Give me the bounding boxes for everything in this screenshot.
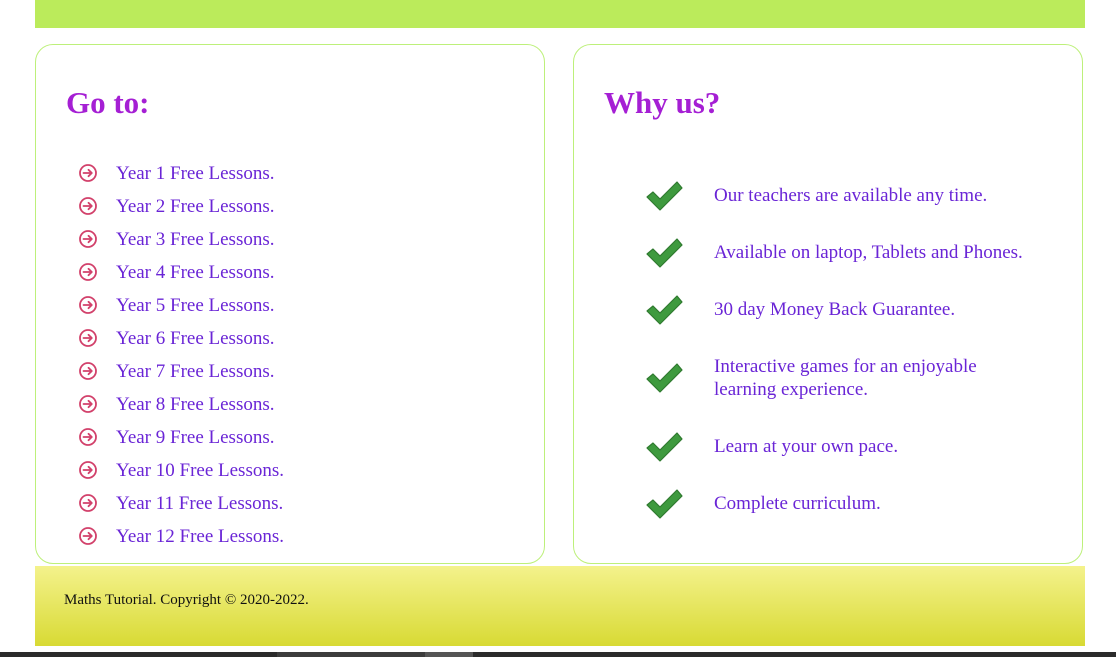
why-us-card: Why us? Our teachers are available any t…	[573, 44, 1083, 564]
goto-list-item: Year 6 Free Lessons.	[78, 326, 284, 359]
why-us-text: 30 day Money Back Guarantee.	[714, 299, 956, 320]
why-us-item: Complete curriculum.	[644, 475, 1064, 532]
goto-list-item: Year 4 Free Lessons.	[78, 260, 284, 293]
checkmark-icon	[646, 363, 683, 393]
why-us-text: Available on laptop, Tablets and Phones.	[714, 242, 1023, 263]
checkmark-icon	[646, 180, 683, 211]
goto-list-item: Year 2 Free Lessons.	[78, 194, 284, 227]
goto-list-item: Year 7 Free Lessons.	[78, 359, 284, 392]
why-us-text: Interactive games for an enjoyable learn…	[714, 356, 977, 400]
why-us-item: Learn at your own pace.	[644, 418, 1064, 475]
circle-arrow-right-icon	[79, 428, 97, 446]
why-us-text: Learn at your own pace.	[714, 436, 899, 457]
year-lesson-link[interactable]: Year 1 Free Lessons.	[116, 161, 275, 187]
year-lesson-link[interactable]: Year 6 Free Lessons.	[116, 326, 275, 352]
footer: Maths Tutorial. Copyright © 2020-2022.	[35, 566, 1085, 646]
why-us-text: Complete curriculum.	[714, 493, 881, 514]
circle-arrow-right-icon	[79, 263, 97, 281]
taskbar-segment	[425, 652, 473, 657]
year-lesson-link[interactable]: Year 11 Free Lessons.	[116, 491, 283, 517]
circle-arrow-right-icon	[79, 230, 97, 248]
checkmark-icon	[646, 237, 683, 268]
goto-list: Year 1 Free Lessons. Year 2 Free Lessons.…	[78, 161, 284, 557]
top-banner	[35, 0, 1085, 28]
goto-list-item: Year 1 Free Lessons.	[78, 161, 284, 194]
taskbar-strip	[0, 652, 1116, 657]
footer-copyright: Maths Tutorial. Copyright © 2020-2022.	[64, 592, 309, 608]
circle-arrow-right-icon	[79, 164, 97, 182]
year-lesson-link[interactable]: Year 10 Free Lessons.	[116, 458, 284, 484]
circle-arrow-right-icon	[79, 197, 97, 215]
goto-list-item: Year 10 Free Lessons.	[78, 458, 284, 491]
year-lesson-link[interactable]: Year 4 Free Lessons.	[116, 260, 275, 286]
goto-list-item: Year 12 Free Lessons.	[78, 524, 284, 557]
goto-list-item: Year 5 Free Lessons.	[78, 293, 284, 326]
circle-arrow-right-icon	[79, 527, 97, 545]
year-lesson-link[interactable]: Year 3 Free Lessons.	[116, 227, 275, 253]
why-us-item: 30 day Money Back Guarantee.	[644, 281, 1064, 338]
circle-arrow-right-icon	[79, 362, 97, 380]
goto-heading: Go to:	[66, 85, 150, 120]
goto-list-item: Year 3 Free Lessons.	[78, 227, 284, 260]
year-lesson-link[interactable]: Year 9 Free Lessons.	[116, 425, 275, 451]
goto-card: Go to: Year 1 Free Lessons. Year 2 Free L…	[35, 44, 545, 564]
circle-arrow-right-icon	[79, 461, 97, 479]
year-lesson-link[interactable]: Year 7 Free Lessons.	[116, 359, 275, 385]
taskbar-segment	[277, 652, 425, 657]
checkmark-icon	[646, 488, 683, 519]
circle-arrow-right-icon	[79, 494, 97, 512]
goto-list-item: Year 9 Free Lessons.	[78, 425, 284, 458]
year-lesson-link[interactable]: Year 12 Free Lessons.	[116, 524, 284, 550]
why-us-item: Available on laptop, Tablets and Phones.	[644, 224, 1064, 281]
why-us-item: Our teachers are available any time.	[644, 167, 1064, 224]
why-us-item: Interactive games for an enjoyable learn…	[644, 338, 1064, 418]
why-us-text: Our teachers are available any time.	[714, 185, 988, 206]
year-lesson-link[interactable]: Year 2 Free Lessons.	[116, 194, 275, 220]
year-lesson-link[interactable]: Year 8 Free Lessons.	[116, 392, 275, 418]
circle-arrow-right-icon	[79, 329, 97, 347]
circle-arrow-right-icon	[79, 296, 97, 314]
checkmark-icon	[646, 431, 683, 462]
circle-arrow-right-icon	[79, 395, 97, 413]
goto-list-item: Year 11 Free Lessons.	[78, 491, 284, 524]
why-us-list: Our teachers are available any time. Avai…	[644, 167, 1064, 532]
year-lesson-link[interactable]: Year 5 Free Lessons.	[116, 293, 275, 319]
checkmark-icon	[646, 294, 683, 325]
why-us-heading: Why us?	[604, 85, 721, 120]
goto-list-item: Year 8 Free Lessons.	[78, 392, 284, 425]
